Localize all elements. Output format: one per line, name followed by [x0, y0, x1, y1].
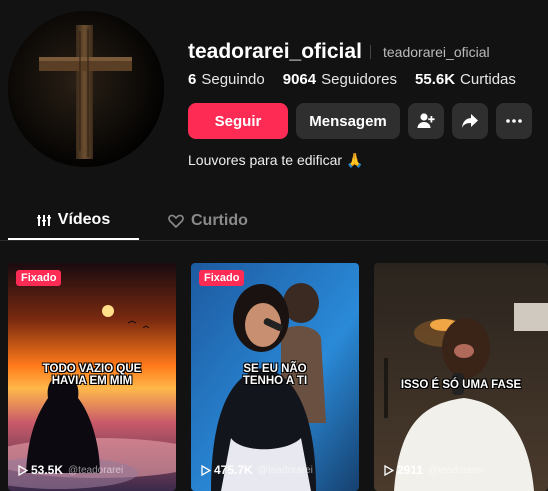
stat-label: Curtidas: [460, 71, 516, 88]
play-icon: [384, 464, 394, 476]
caption-line: SE EU NÃO: [243, 363, 307, 375]
pinned-badge: Fixado: [199, 270, 245, 286]
add-friend-button[interactable]: [408, 103, 444, 139]
video-grid: Fixado TODO VAZIO QUE HAVIA EM MIM 53.5K…: [8, 263, 548, 491]
view-count: 53.5K @teadorarei: [18, 463, 123, 477]
follow-button[interactable]: Seguir: [188, 103, 288, 139]
profile-actions: Seguir Mensagem: [188, 103, 532, 139]
profile-bio: Louvores para te edificar 🙏: [188, 152, 364, 168]
play-icon: [201, 464, 211, 476]
caption-line: TENHO A TI: [242, 375, 308, 387]
tab-liked[interactable]: Curtido: [168, 202, 248, 240]
video-card[interactable]: ISSO É SÓ UMA FASE 2911 @teadorarei: [374, 263, 548, 491]
video-card[interactable]: Fixado SE EU NÃO TENHO A TI 475.7K @tead…: [191, 263, 359, 491]
video-caption: TODO VAZIO QUE HAVIA EM MIM: [8, 363, 176, 387]
stat-value: 6: [188, 71, 197, 88]
cross-icon: [8, 11, 164, 167]
stat-following[interactable]: 6 Seguindo: [188, 71, 265, 88]
tab-label: Vídeos: [57, 211, 111, 228]
divider: [370, 45, 371, 59]
video-caption: SE EU NÃO TENHO A TI: [191, 363, 359, 387]
more-icon: [506, 119, 522, 123]
grid-lines-icon: [36, 215, 51, 226]
stat-likes: 55.6K Curtidas: [415, 71, 516, 88]
tab-videos[interactable]: Vídeos: [8, 202, 139, 240]
views-value: 53.5K: [31, 463, 64, 477]
video-caption: ISSO É SÓ UMA FASE: [374, 379, 548, 391]
tab-divider: [0, 240, 548, 241]
video-thumbnail: [374, 263, 548, 491]
profile-avatar[interactable]: [8, 11, 164, 167]
play-icon: [18, 464, 28, 476]
add-user-icon: [417, 113, 435, 128]
views-value: 2911: [397, 463, 424, 477]
view-count: 2911 @teadorarei: [384, 463, 483, 477]
video-card[interactable]: Fixado TODO VAZIO QUE HAVIA EM MIM 53.5K…: [8, 263, 176, 491]
profile-username: teadorarei_oficial: [188, 40, 362, 63]
profile-tabs: Vídeos Curtido: [8, 202, 548, 240]
profile-nickname: teadorarei_oficial: [383, 44, 490, 60]
stat-label: Seguidores: [321, 71, 398, 88]
share-button[interactable]: [452, 103, 488, 139]
stat-value: 55.6K: [415, 71, 456, 88]
caption-line: TODO VAZIO QUE: [42, 363, 142, 375]
watermark: @teadorarei: [257, 464, 313, 476]
profile-stats: 6 Seguindo 9064 Seguidores 55.6K Curtida…: [188, 71, 516, 88]
watermark: @teadorarei: [428, 464, 484, 476]
stat-label: Seguindo: [201, 71, 265, 88]
share-arrow-icon: [462, 114, 478, 128]
caption-line: ISSO É SÓ UMA FASE: [400, 379, 522, 391]
watermark: @teadorarei: [68, 464, 124, 476]
pinned-badge: Fixado: [16, 270, 62, 286]
view-count: 475.7K @teadorarei: [201, 463, 313, 477]
views-value: 475.7K: [214, 463, 253, 477]
message-button[interactable]: Mensagem: [296, 103, 400, 139]
tab-label: Curtido: [191, 212, 248, 229]
stat-value: 9064: [282, 71, 317, 88]
more-button[interactable]: [496, 103, 532, 139]
stat-followers[interactable]: 9064 Seguidores: [283, 71, 397, 88]
heart-lock-icon: [168, 214, 184, 228]
caption-line: HAVIA EM MIM: [51, 375, 133, 387]
